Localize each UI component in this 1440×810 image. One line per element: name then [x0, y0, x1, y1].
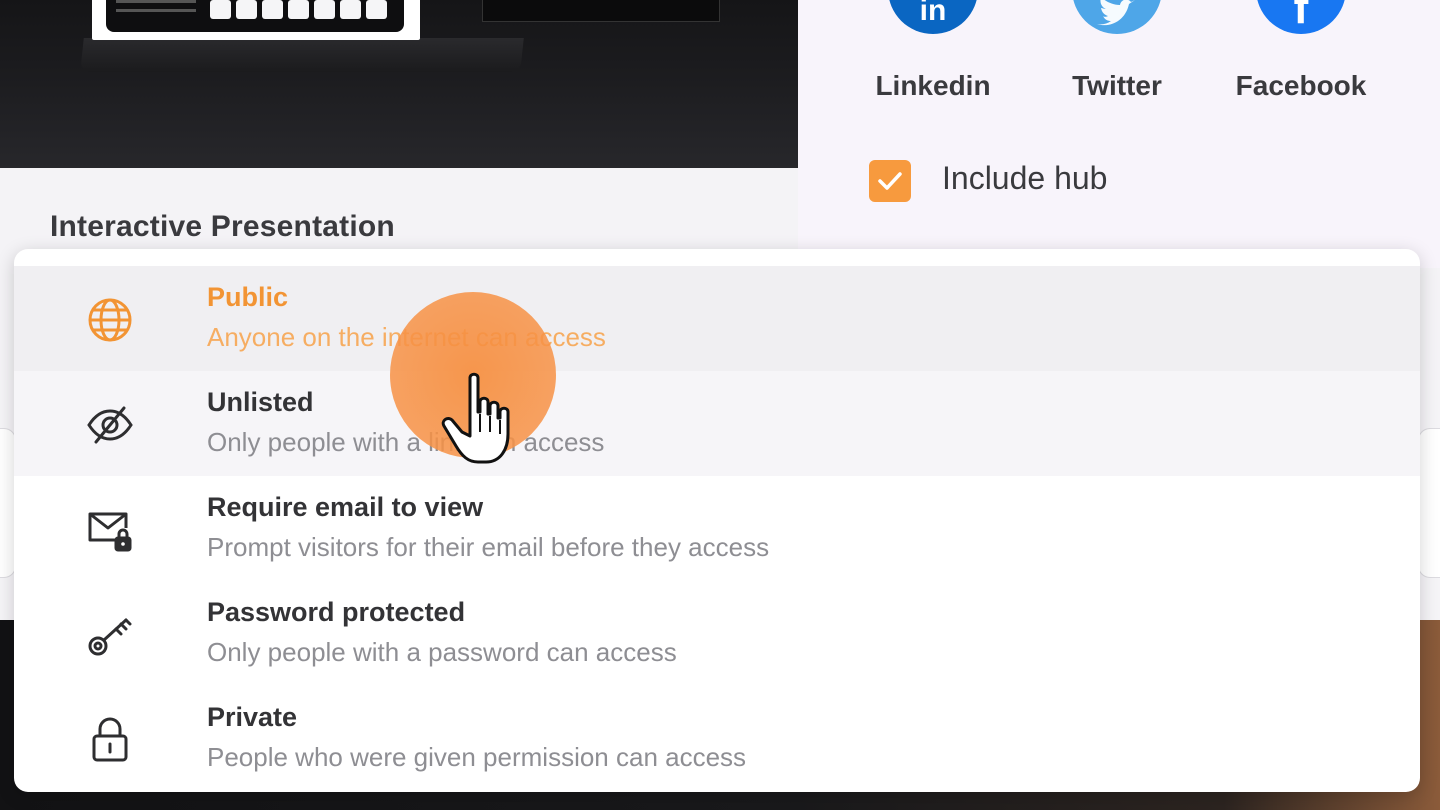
- preview-logo: [340, 0, 361, 19]
- laptop-base: [80, 38, 524, 72]
- preview-logo: [236, 0, 257, 19]
- presentation-preview: [0, 0, 798, 168]
- share-twitter-label: Twitter: [1072, 70, 1162, 101]
- checkmark-icon: [878, 172, 902, 190]
- option-description: Only people with a link can access: [207, 427, 605, 457]
- option-title: Unlisted: [207, 387, 314, 417]
- email-lock-icon: [84, 504, 136, 556]
- visibility-option-unlisted[interactable]: Unlisted Only people with a link can acc…: [14, 371, 1420, 476]
- eye-slash-icon: [84, 399, 136, 451]
- option-title: Require email to view: [207, 492, 484, 522]
- share-linkedin-label: Linkedin: [875, 70, 991, 101]
- right-card-edge: [1418, 428, 1440, 578]
- preview-logo: [262, 0, 283, 19]
- visibility-option-public[interactable]: Public Anyone on the internet can access: [14, 266, 1420, 371]
- hand-pointer-cursor-icon: [440, 372, 526, 468]
- include-hub-label: Include hub: [942, 160, 1108, 196]
- option-description: People who were given permission can acc…: [207, 742, 747, 772]
- share-panel: [798, 0, 1440, 268]
- option-title: Public: [207, 282, 289, 312]
- option-title: Password protected: [207, 597, 466, 627]
- visibility-option-password[interactable]: Password protected Only people with a pa…: [14, 581, 1420, 686]
- preview-text-lines: [116, 0, 196, 12]
- lock-icon: [84, 714, 136, 766]
- preview-logo: [210, 0, 231, 19]
- second-screen: [482, 0, 720, 22]
- option-description: Anyone on the internet can access: [207, 322, 606, 352]
- option-description: Prompt visitors for their email before t…: [207, 532, 770, 562]
- option-description: Only people with a password can access: [207, 637, 677, 667]
- preview-logo: [314, 0, 335, 19]
- preview-logo-row: [210, 0, 387, 19]
- share-facebook-label: Facebook: [1235, 70, 1367, 101]
- include-hub-checkbox[interactable]: [869, 160, 911, 202]
- preview-logo: [288, 0, 309, 19]
- preview-logo: [366, 0, 387, 19]
- globe-icon: [84, 294, 136, 346]
- presentation-title: Interactive Presentation: [50, 210, 395, 243]
- key-icon: [84, 609, 136, 661]
- visibility-option-require-email[interactable]: Require email to view Prompt visitors fo…: [14, 476, 1420, 581]
- visibility-option-private[interactable]: Private People who were given permission…: [14, 686, 1420, 791]
- option-title: Private: [207, 702, 298, 732]
- visibility-dropdown-menu: Public Anyone on the internet can access…: [14, 249, 1420, 792]
